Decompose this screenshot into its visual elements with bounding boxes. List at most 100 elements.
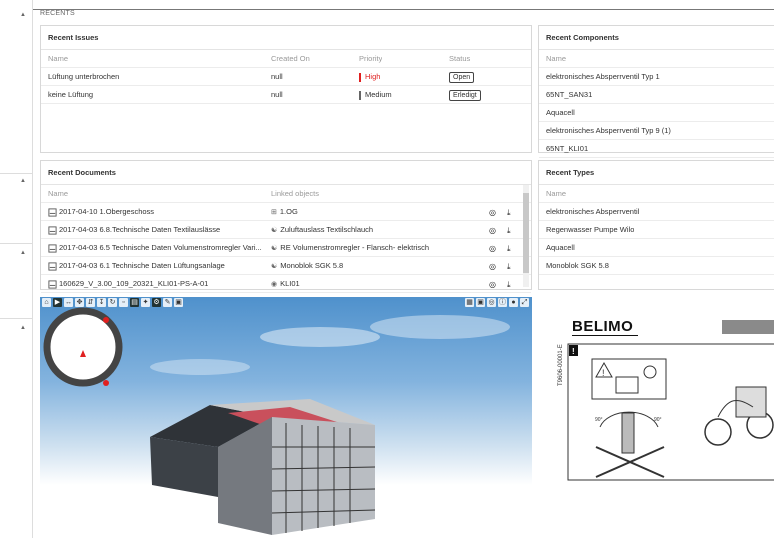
- table-row[interactable]: keine Lüftung null Medium Erledigt: [41, 86, 531, 104]
- cloud: [370, 315, 510, 339]
- column-header[interactable]: Name: [48, 185, 68, 203]
- document-name-cell: 2017-04-03 6.5 Technische Daten Volumens…: [48, 239, 266, 257]
- document-name: 2017-04-03 6.8.Technische Daten Textilau…: [59, 225, 221, 234]
- header-bar: [722, 320, 774, 334]
- status-cell: Erledigt: [449, 86, 481, 104]
- table-row[interactable]: 2017-04-10 1.Obergeschoss ⊞ 1.OG ◎ ⤓: [41, 203, 531, 221]
- collapse-chevron-icon[interactable]: ▲: [20, 178, 26, 184]
- table-row[interactable]: 160629_V_3.00_109_20321_KLI01-PS-A-01 ◉ K…: [41, 275, 531, 293]
- valve-symbol: [643, 365, 657, 379]
- actuator-drawing: [621, 412, 635, 454]
- download-icon[interactable]: ⤓: [507, 240, 511, 258]
- rail-divider: [0, 318, 33, 319]
- linked-object-cell: ◉ KLI01: [271, 275, 481, 294]
- table-row[interactable]: 2017-04-03 6.1 Technische Daten Lüftungs…: [41, 257, 531, 275]
- document-name: 2017-04-10 1.Obergeschoss: [59, 207, 155, 216]
- list-item[interactable]: Regenwasser Pumpe Wilo: [539, 221, 774, 239]
- panel-title: Recent Types: [539, 161, 774, 185]
- list-item[interactable]: Aquacell: [539, 239, 774, 257]
- column-header[interactable]: Name: [48, 50, 68, 68]
- pdf-document-icon: [48, 261, 57, 271]
- document-preview[interactable]: T9606-00001-E ! ! 90° 90° BELIMO: [538, 297, 774, 538]
- list-item[interactable]: elektronisches Absperrventil Typ 9 (1): [539, 122, 774, 140]
- list-item[interactable]: Monoblok SGK 5.8: [539, 257, 774, 275]
- download-icon[interactable]: ⤓: [507, 204, 511, 222]
- column-header[interactable]: Status: [449, 50, 470, 68]
- document-name-cell: 2017-04-10 1.Obergeschoss: [48, 203, 266, 221]
- compass-widget[interactable]: [43, 307, 123, 387]
- list-item[interactable]: elektronisches Absperrventil: [539, 203, 774, 221]
- component-name: Aquacell: [546, 108, 575, 117]
- column-header[interactable]: Name: [546, 50, 566, 68]
- brand-underline: [572, 335, 638, 336]
- type-name: Aquacell: [546, 243, 575, 252]
- view-eye-icon[interactable]: ◎: [489, 222, 496, 240]
- list-item[interactable]: elektronisches Absperrventil Typ 1: [539, 68, 774, 86]
- column-header[interactable]: Created On: [271, 50, 310, 68]
- model-viewer[interactable]: ⌂ ▶ ↔ ✥ ⇵ ↧ ↻ ▫ ▤ ✦ ⚙ ✎ ▣ ▦ ▣ ◎ ⓘ ● ⤢: [40, 297, 532, 538]
- pdf-document-icon: [48, 243, 57, 253]
- column-header[interactable]: Linked objects: [271, 185, 319, 203]
- type-name: elektronisches Absperrventil: [546, 207, 640, 216]
- view-eye-icon[interactable]: ◎: [489, 204, 496, 222]
- priority-label: High: [365, 72, 381, 81]
- cloud: [260, 327, 380, 347]
- view-eye-icon[interactable]: ◎: [489, 240, 496, 258]
- list-item[interactable]: 65NT_KLI01: [539, 140, 774, 158]
- linked-object[interactable]: Monoblok SGK 5.8: [280, 261, 343, 270]
- table-row[interactable]: 2017-04-03 6.8.Technische Daten Textilau…: [41, 221, 531, 239]
- view-eye-icon[interactable]: ◎: [489, 276, 496, 294]
- panel-title: Recent Components: [539, 26, 774, 50]
- status-badge: Open: [449, 72, 475, 83]
- angle-label-left: 90°: [595, 417, 603, 423]
- linked-object[interactable]: RE Volumenstromregler - Flansch- elektri…: [280, 243, 429, 252]
- collapse-chevron-icon[interactable]: ▲: [20, 250, 26, 256]
- download-icon[interactable]: ⤓: [507, 222, 511, 240]
- list-item[interactable]: 65NT_SAN31: [539, 86, 774, 104]
- priority-cell: Medium: [359, 86, 392, 104]
- warning-mark-label: !: [572, 347, 575, 356]
- linked-object-cell: ☯ Monoblok SGK 5.8: [271, 257, 481, 276]
- component-name: elektronisches Absperrventil Typ 9 (1): [546, 126, 671, 135]
- component-name: elektronisches Absperrventil Typ 1: [546, 72, 660, 81]
- view-eye-icon[interactable]: ◎: [489, 258, 496, 276]
- angle-label-right: 90°: [654, 417, 662, 423]
- download-icon[interactable]: ⤓: [507, 276, 511, 294]
- scrollbar-thumb[interactable]: [523, 193, 529, 273]
- column-header[interactable]: Name: [546, 185, 566, 203]
- linked-object[interactable]: Zuluftauslass Textilschlauch: [280, 225, 373, 234]
- linked-object-cell: ⊞ 1.OG: [271, 203, 481, 222]
- document-name: 160629_V_3.00_109_20321_KLI01-PS-A-01: [59, 279, 209, 288]
- recent-issues-panel: Recent Issues Name Created On Priority S…: [40, 25, 532, 153]
- recent-documents-panel: Recent Documents Name Linked objects 201…: [40, 160, 532, 293]
- cloud: [150, 359, 250, 375]
- doc-code: T9606-00001-E: [558, 344, 564, 386]
- issue-name: keine Lüftung: [48, 90, 94, 99]
- rail-divider: [0, 243, 33, 244]
- table-row[interactable]: Lüftung unterbrochen null High Open: [41, 68, 531, 86]
- warning-triangle-glyph: !: [602, 368, 605, 378]
- switch-symbol: [615, 376, 639, 394]
- issue-created: null: [271, 72, 283, 81]
- left-rail: ▲ ▲ ▲ ▲: [0, 0, 33, 538]
- building-model[interactable]: [150, 399, 376, 535]
- linked-object[interactable]: KLI01: [280, 279, 300, 288]
- pdf-document-icon: [48, 225, 57, 235]
- component-icon: ☯: [271, 227, 278, 234]
- column-header[interactable]: Priority: [359, 50, 382, 68]
- linked-object-cell: ☯ Zuluftauslass Textilschlauch: [271, 221, 481, 240]
- scrollbar[interactable]: [523, 185, 529, 287]
- list-item[interactable]: Aquacell: [539, 104, 774, 122]
- download-icon[interactable]: ⤓: [507, 258, 511, 276]
- panel-title: Recent Documents: [41, 161, 531, 185]
- compass-marker-icon: [103, 380, 109, 386]
- priority-cell: High: [359, 68, 380, 86]
- table-row[interactable]: 2017-04-03 6.5 Technische Daten Volumens…: [41, 239, 531, 257]
- issue-name: Lüftung unterbrochen: [48, 72, 120, 81]
- collapse-chevron-icon[interactable]: ▲: [20, 12, 26, 18]
- linked-object[interactable]: 1.OG: [280, 207, 298, 216]
- table-header: Name Created On Priority Status: [41, 50, 531, 68]
- model-canvas[interactable]: [40, 297, 532, 538]
- collapse-chevron-icon[interactable]: ▲: [20, 325, 26, 331]
- valve-body-drawing: [735, 386, 767, 418]
